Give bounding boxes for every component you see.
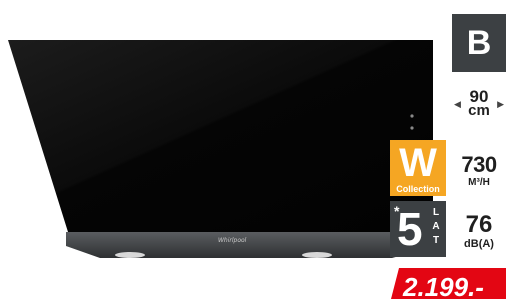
brand-logo: Whirlpool	[218, 237, 247, 244]
warranty-letters: L A T	[431, 206, 441, 248]
collection-badge: W Collection	[390, 140, 446, 196]
noise-badge: 76 dB(A)	[452, 206, 506, 256]
noise-unit: dB(A)	[464, 238, 494, 250]
warranty-badge: 5 * L A T	[390, 201, 446, 257]
price-value: 2.199.-	[403, 272, 484, 299]
width-unit: cm	[468, 102, 490, 119]
control-dot	[410, 126, 414, 130]
airflow-unit: M³/H	[468, 177, 490, 188]
noise-value: 76	[465, 211, 493, 238]
hood-glass-panel	[8, 40, 433, 232]
warranty-letter: L	[432, 207, 440, 218]
price-tag: 2.199.-	[391, 268, 506, 299]
energy-class-value: B	[466, 24, 492, 62]
width-badge: ◀ 90 cm ▶	[452, 84, 506, 124]
cooker-hood-illustration: Whirlpool	[8, 40, 433, 258]
width-value-group: 90 cm	[468, 88, 490, 119]
airflow-badge: 730 M³/H	[452, 146, 506, 196]
warranty-letter: A	[432, 221, 440, 232]
warranty-star: *	[394, 203, 400, 219]
hood-light-left	[115, 252, 145, 258]
control-dot	[410, 114, 414, 118]
hood-light-right	[302, 252, 332, 258]
airflow-value: 730	[461, 152, 497, 177]
warranty-years: 5	[397, 203, 423, 255]
collection-label: Collection	[396, 183, 440, 194]
arrow-right-icon: ▶	[497, 98, 504, 109]
warranty-letter: T	[432, 235, 440, 246]
energy-class-badge: B	[452, 14, 506, 72]
product-image: Whirlpool	[0, 0, 440, 299]
arrow-left-icon: ◀	[454, 98, 461, 109]
collection-letter: W	[399, 140, 437, 185]
